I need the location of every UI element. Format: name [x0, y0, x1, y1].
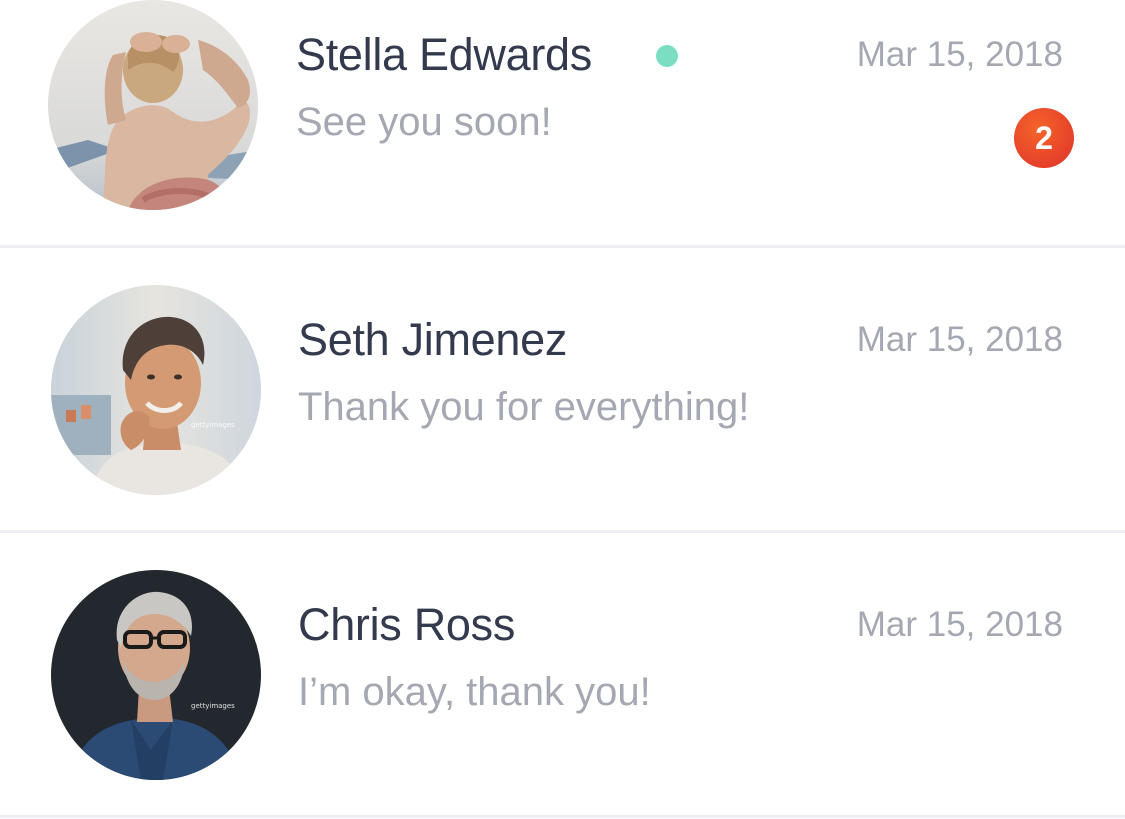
conversation-row-stella-edwards[interactable]: Stella Edwards Mar 15, 2018 See you soon…: [0, 0, 1125, 248]
contact-name: Seth Jimenez: [298, 314, 568, 365]
contact-name: Chris Ross: [298, 599, 516, 650]
avatar[interactable]: gettyimages: [51, 570, 261, 780]
avatar[interactable]: gettyimages: [51, 285, 261, 495]
message-date: Mar 15, 2018: [856, 320, 1063, 359]
svg-text:gettyimages: gettyimages: [191, 702, 235, 710]
message-preview: See you soon!: [296, 100, 552, 144]
avatar[interactable]: [48, 0, 258, 210]
conversation-row-seth-jimenez[interactable]: gettyimages Seth Jimenez Mar 15, 2018 Th…: [0, 248, 1125, 533]
message-preview: Thank you for everything!: [298, 385, 750, 429]
svg-text:gettyimages: gettyimages: [191, 421, 235, 429]
conversation-list: Stella Edwards Mar 15, 2018 See you soon…: [0, 0, 1125, 819]
message-date: Mar 15, 2018: [856, 605, 1063, 644]
message-date: Mar 15, 2018: [856, 35, 1063, 74]
conversation-row-chris-ross[interactable]: gettyimages Chris Ross Mar 15, 2018 I’m …: [0, 533, 1125, 818]
contact-name: Stella Edwards: [296, 29, 592, 80]
avatar-photo: gettyimages: [51, 285, 261, 495]
online-status-indicator: [656, 45, 678, 67]
unread-count-badge: 2: [1014, 108, 1074, 168]
message-preview: I’m okay, thank you!: [298, 670, 651, 714]
avatar-photo: gettyimages: [51, 570, 261, 780]
avatar-photo: [48, 0, 258, 210]
